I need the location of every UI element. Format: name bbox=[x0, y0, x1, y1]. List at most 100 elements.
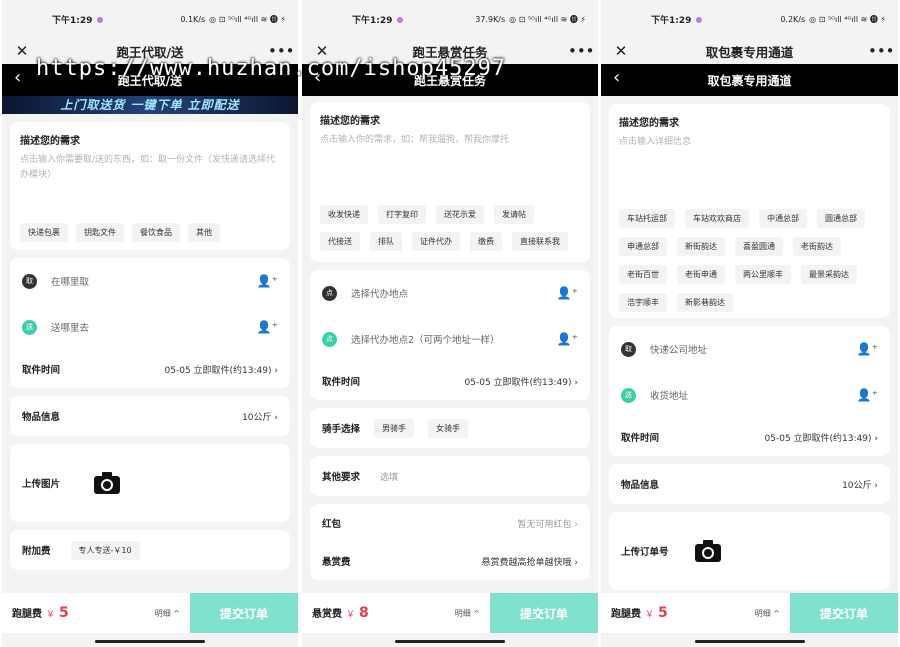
net-speed: 0.2K/s bbox=[780, 14, 806, 24]
pickup-row[interactable]: 取 在哪里取 👤⁺ bbox=[10, 258, 290, 304]
tag-item[interactable]: 证件代办 bbox=[412, 232, 460, 251]
tag-item[interactable]: 打字复印 bbox=[378, 205, 426, 224]
tag-item[interactable]: 两公里顺丰 bbox=[735, 265, 791, 284]
extra-fee-option[interactable]: 专人专送-￥10 bbox=[70, 540, 140, 560]
contact-person-icon[interactable]: 👤⁺ bbox=[257, 274, 278, 288]
other-input[interactable]: 选填 bbox=[380, 470, 398, 483]
tag-item[interactable]: 喜盈圆通 bbox=[735, 237, 783, 256]
reward-fee-row[interactable]: 悬赏费 悬赏费越高抢单越快哦 › bbox=[310, 542, 590, 580]
tag-item[interactable]: 送花示爱 bbox=[436, 205, 484, 224]
tag-item[interactable]: 新街韵达 bbox=[677, 237, 725, 256]
order-bottom-bar: 悬赏费 ￥ 8 明细 ^ 提交订单 bbox=[302, 593, 598, 633]
payment-card: 红包 暂无可用红包 › 悬赏费 悬赏费越高抢单越快哦 › bbox=[310, 504, 590, 580]
contact-person-icon[interactable]: 👤⁺ bbox=[257, 320, 278, 334]
goods-info-row[interactable]: 物品信息 10公斤 › bbox=[10, 396, 290, 436]
tag-item[interactable]: 中通总部 bbox=[759, 209, 807, 228]
tag-item[interactable]: 老街韵达 bbox=[793, 237, 841, 256]
location-card: 点选择代办地点 👤⁺ 点选择代办地点2（可两个地址一样） 👤⁺ 取件时间 05-… bbox=[310, 270, 590, 400]
tag-item[interactable]: 直接联系我 bbox=[512, 232, 568, 251]
close-icon[interactable]: ✕ bbox=[312, 42, 332, 60]
status-icons: ◎ ⊡ ⁵ᴳıll ⁴ᴳıll ≋ ⓫ ⚡ bbox=[209, 14, 286, 24]
contact-person-icon[interactable]: 👤⁺ bbox=[557, 332, 578, 346]
tag-item[interactable]: 餐饮食品 bbox=[132, 223, 180, 242]
demand-input[interactable]: 点击输入你的需求，如：帮我遛狗，帮我你摩托 bbox=[320, 133, 580, 193]
rider-option-male[interactable]: 男骑手 bbox=[374, 418, 415, 438]
tag-item[interactable]: 老街百世 bbox=[619, 265, 667, 284]
red-packet-value: 暂无可用红包 bbox=[517, 519, 572, 530]
back-icon[interactable]: ‹ bbox=[613, 67, 620, 88]
pickup-time-row[interactable]: 取件时间 05-05 立即取件(约13:49) › bbox=[609, 418, 890, 456]
more-icon[interactable]: ••• bbox=[568, 42, 595, 60]
close-icon[interactable]: ✕ bbox=[12, 42, 32, 60]
status-bar: 下午1:29 0.2K/s ◎ ⊡ ⁵ᴳıll ⁴ᴳıll ≋ ⓫ ⚡ bbox=[601, 0, 898, 38]
more-icon[interactable]: ••• bbox=[868, 42, 895, 60]
tag-item[interactable]: 申通总部 bbox=[619, 237, 667, 256]
location2-row[interactable]: 点 选择代办地点2（可两个地址一样） 👤⁺ bbox=[310, 316, 590, 362]
mini-app-navbar: ✕ 跑王悬赏任务 ••• bbox=[302, 38, 598, 64]
submit-order-button[interactable]: 提交订单 bbox=[190, 593, 298, 633]
extra-fee-label: 附加费 bbox=[22, 546, 51, 557]
demand-card: 描述您的需求 点击输入详细信息 车站托运部 车站欢欢商店 中通总部 圆通总部 申… bbox=[609, 104, 890, 318]
location1-row[interactable]: 点 选择代办地点 👤⁺ bbox=[310, 270, 590, 316]
page-header: ‹ 跑王代取/送 bbox=[2, 64, 298, 96]
camera-icon[interactable] bbox=[678, 522, 737, 580]
deliver-row[interactable]: 送 送哪里去 👤⁺ bbox=[10, 304, 290, 350]
tag-item[interactable]: 排队 bbox=[370, 232, 402, 251]
tag-item[interactable]: 代接送 bbox=[320, 232, 360, 251]
screenshot-collage: 下午1:29 0.1K/s ◎ ⊡ ⁵ᴳıll ⁴ᴳıll ≋ ⓫ ⚡ ✕ 跑王代… bbox=[0, 0, 900, 647]
reward-label: 悬赏费 bbox=[322, 557, 351, 568]
tag-item[interactable]: 钥匙文件 bbox=[76, 223, 124, 242]
fee-currency: ￥ bbox=[46, 610, 56, 620]
tag-item[interactable]: 车站托运部 bbox=[619, 209, 675, 228]
back-icon[interactable]: ‹ bbox=[14, 67, 21, 88]
page-title: 跑王悬赏任务 bbox=[413, 73, 486, 88]
tag-item[interactable]: 其他 bbox=[188, 223, 220, 242]
tag-item[interactable]: 最景采韵达 bbox=[801, 265, 857, 284]
tag-item[interactable]: 发请帖 bbox=[494, 205, 534, 224]
back-icon[interactable]: ‹ bbox=[314, 67, 321, 88]
tag-item[interactable]: 新影巷韵达 bbox=[677, 293, 733, 312]
rider-option-female[interactable]: 女骑手 bbox=[428, 418, 469, 438]
fee-detail-toggle[interactable]: 明细 ^ bbox=[155, 608, 180, 619]
status-bar: 下午1:29 37.9K/s ◎ ⊡ ⁵ᴳıll ⁴ᴳıll ≋ ⓫ ⚡ bbox=[302, 0, 598, 38]
chevron-right-icon: › bbox=[574, 377, 578, 388]
chevron-right-icon: › bbox=[574, 557, 578, 568]
contact-person-icon[interactable]: 👤⁺ bbox=[857, 342, 878, 356]
fee-amount: 5 bbox=[658, 605, 668, 621]
submit-order-button[interactable]: 提交订单 bbox=[490, 593, 598, 633]
chevron-right-icon: › bbox=[874, 433, 878, 444]
tag-item[interactable]: 浩宇顺丰 bbox=[619, 293, 667, 312]
tag-item[interactable]: 收发快递 bbox=[320, 205, 368, 224]
pickup-time-value: 05-05 立即取件(约13:49) bbox=[764, 433, 872, 444]
home-indicator[interactable] bbox=[395, 640, 505, 643]
fee-detail-toggle[interactable]: 明细 ^ bbox=[755, 608, 780, 619]
company-address: 快递公司地址 bbox=[650, 345, 708, 356]
pickup-time-row[interactable]: 取件时间 05-05 立即取件(约13:49) › bbox=[10, 350, 290, 388]
tag-item[interactable]: 圆通总部 bbox=[817, 209, 865, 228]
page-title: 取包裹专用通道 bbox=[707, 73, 792, 88]
tag-item[interactable]: 车站欢欢商店 bbox=[685, 209, 749, 228]
receive-row[interactable]: 送 收货地址 👤⁺ bbox=[609, 372, 890, 418]
fee-detail-toggle[interactable]: 明细 ^ bbox=[455, 608, 480, 619]
close-icon[interactable]: ✕ bbox=[611, 42, 631, 60]
submit-order-button[interactable]: 提交订单 bbox=[790, 593, 898, 633]
contact-person-icon[interactable]: 👤⁺ bbox=[557, 286, 578, 300]
more-icon[interactable]: ••• bbox=[268, 42, 295, 60]
demand-input[interactable]: 点击输入详细信息 bbox=[619, 135, 880, 197]
address-card: 取 快递公司地址 👤⁺ 送 收货地址 👤⁺ 取件时间 05-05 立即取件(约13:… bbox=[609, 326, 890, 456]
tag-item[interactable]: 快递包裹 bbox=[20, 223, 68, 242]
home-indicator[interactable] bbox=[95, 640, 205, 643]
promo-banner[interactable]: 上门取送货 一键下单 立即配送 bbox=[2, 96, 298, 114]
pickup-time-row[interactable]: 取件时间 05-05 立即取件(约13:49) › bbox=[310, 362, 590, 400]
tag-item[interactable]: 老街申通 bbox=[677, 265, 725, 284]
goods-info-row[interactable]: 物品信息 10公斤 › bbox=[609, 464, 890, 504]
demand-input[interactable]: 点击输入你需要取/送的东西，如：取一份文件（发快递请选择代办模块） bbox=[20, 153, 280, 201]
camera-icon[interactable] bbox=[78, 454, 137, 512]
contact-person-icon[interactable]: 👤⁺ bbox=[857, 388, 878, 402]
nav-title: 跑王悬赏任务 bbox=[412, 44, 488, 60]
goods-value: 10公斤 bbox=[242, 412, 272, 423]
home-indicator[interactable] bbox=[694, 640, 805, 643]
red-packet-row[interactable]: 红包 暂无可用红包 › bbox=[310, 504, 590, 542]
tag-item[interactable]: 缴费 bbox=[470, 232, 502, 251]
company-row[interactable]: 取 快递公司地址 👤⁺ bbox=[609, 326, 890, 372]
